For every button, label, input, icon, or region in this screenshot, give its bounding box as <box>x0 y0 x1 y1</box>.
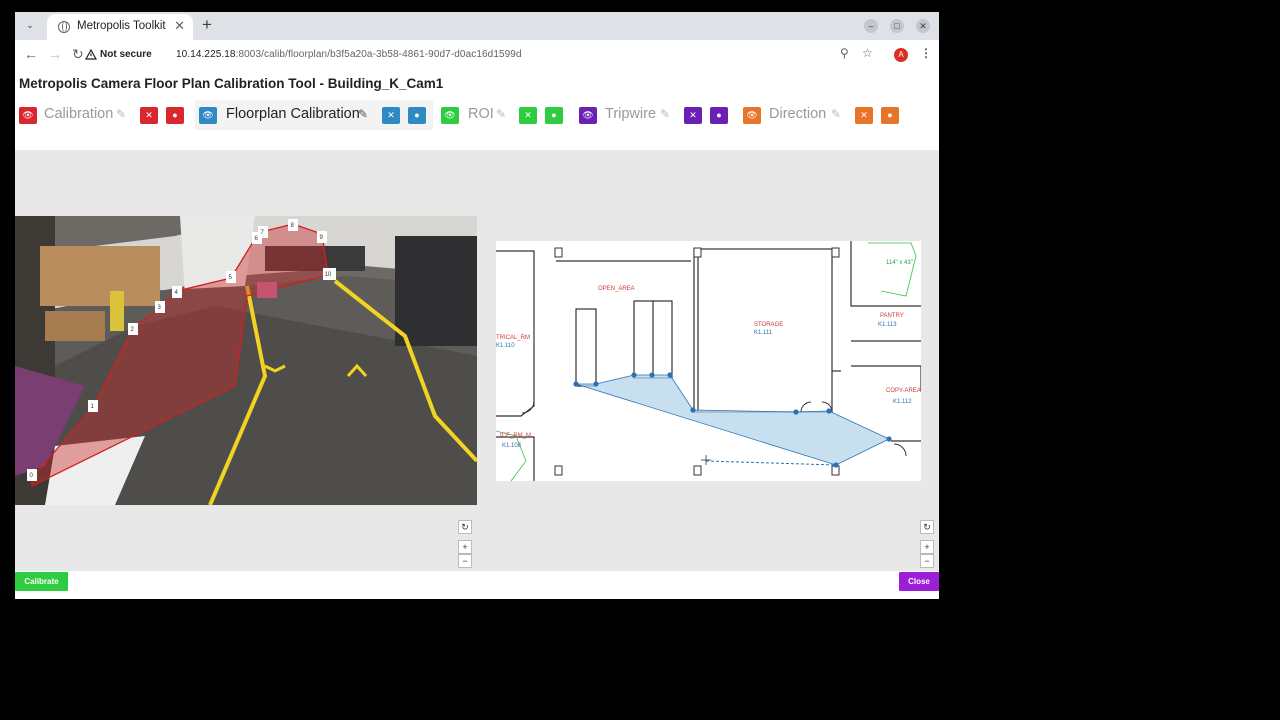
reload-icon[interactable]: ↻ <box>72 46 84 63</box>
tripwire-marker-pin-icon[interactable]: ● <box>710 107 728 124</box>
security-label: Not secure <box>100 49 152 60</box>
room-id: K1.111 <box>754 330 773 336</box>
profile-avatar[interactable]: A <box>894 48 908 62</box>
maximize-icon[interactable]: □ <box>890 19 904 33</box>
direction-tab-label[interactable]: Direction <box>769 106 826 122</box>
calibration-marker-pin-icon[interactable]: ● <box>166 107 184 124</box>
not-secure-warning-icon <box>85 49 97 60</box>
roi-edit-pencil-icon[interactable]: ✎ <box>496 107 506 121</box>
floorplan-marker-pin-icon[interactable]: ● <box>408 107 426 124</box>
calibration-edit-pencil-icon[interactable]: ✎ <box>116 107 126 121</box>
tab-search-chevron-icon[interactable]: ⌄ <box>23 18 37 32</box>
address-bar: ← → ↻ Not secure 10.14.225.18:8003/calib… <box>15 40 939 71</box>
page-content: Metropolis Camera Floor Plan Calibration… <box>15 70 939 599</box>
room-id: K1.112 <box>893 399 912 405</box>
roi-visibility-eye-icon[interactable]: 👁 <box>441 107 459 124</box>
calibration-visibility-eye-icon[interactable]: 👁 <box>19 107 37 124</box>
room-id: K1.110 <box>496 343 515 349</box>
url-text: 10.14.225.18:8003/calib/floorplan/b3f5a2… <box>176 49 522 60</box>
group-floorplan-calibration: 👁 Floorplan Calibration ✎ ✕ ● <box>195 100 433 130</box>
room-id: K1.113 <box>878 322 897 328</box>
floorplan-zoom-out-button[interactable]: − <box>920 554 934 568</box>
new-tab-plus-icon[interactable]: + <box>202 15 212 35</box>
tab-strip: ⌄ Metropolis Toolkit ✕ + – □ ✕ <box>15 12 939 40</box>
floorplan-reset-icon[interactable]: ↻ <box>920 520 934 534</box>
tripwire-edit-pencil-icon[interactable]: ✎ <box>660 107 670 121</box>
dimension-label: 114" x 43" <box>886 260 913 266</box>
direction-visibility-eye-icon[interactable]: 👁 <box>743 107 761 124</box>
zoom-magnifier-icon[interactable]: ⚲ <box>840 46 849 60</box>
mode-toolbar: 👁 Calibration ✎ ✕ ● 👁 Floorplan Calibrat… <box>15 100 939 132</box>
floorplan-tab-label[interactable]: Floorplan Calibration <box>226 106 360 122</box>
direction-edit-pencil-icon[interactable]: ✎ <box>831 107 841 121</box>
room-label: ICE_RM_M <box>500 433 531 439</box>
calibration-workspace: 0 1 2 3 4 5 6 7 8 9 10 OPEN_AREA STORAGE… <box>15 150 939 571</box>
calibration-tab-label[interactable]: Calibration <box>44 106 113 122</box>
omnibox[interactable]: Not secure 10.14.225.18:8003/calib/floor… <box>85 45 897 65</box>
direction-marker-pin-icon[interactable]: ● <box>881 107 899 124</box>
back-arrow-icon[interactable]: ← <box>24 46 38 62</box>
url-path: :8003/calib/floorplan/b3f5a20a-3b58-4861… <box>235 49 522 60</box>
footer-bar: Calibrate Close <box>15 571 939 599</box>
page-title: Metropolis Camera Floor Plan Calibration… <box>19 76 444 91</box>
floorplan-clear-x-icon[interactable]: ✕ <box>382 107 400 124</box>
room-label: STORAGE <box>754 322 783 328</box>
group-roi: 👁 ROI ✎ ✕ ● <box>437 100 567 130</box>
kebab-menu-icon[interactable]: ⋮ <box>920 46 932 60</box>
browser-window: ⌄ Metropolis Toolkit ✕ + – □ ✕ ← → ↻ Not… <box>15 12 939 599</box>
group-calibration: 👁 Calibration ✎ ✕ ● <box>15 100 193 130</box>
room-label: OPEN_AREA <box>598 286 635 292</box>
tripwire-clear-x-icon[interactable]: ✕ <box>684 107 702 124</box>
tab-title: Metropolis Toolkit <box>77 20 166 32</box>
bookmark-star-icon[interactable]: ☆ <box>862 46 873 60</box>
roi-clear-x-icon[interactable]: ✕ <box>519 107 537 124</box>
floorplan-visibility-eye-icon[interactable]: 👁 <box>199 107 217 124</box>
close-button[interactable]: Close <box>899 572 939 591</box>
roi-marker-pin-icon[interactable]: ● <box>545 107 563 124</box>
camera-zoom-out-button[interactable]: − <box>458 554 472 568</box>
room-label: COPY-AREA <box>886 388 921 394</box>
room-label: TRICAL_RM <box>496 335 530 341</box>
room-label: PANTRY <box>880 313 904 319</box>
calibration-clear-x-icon[interactable]: ✕ <box>140 107 158 124</box>
forward-arrow-icon[interactable]: → <box>48 46 62 62</box>
camera-reset-icon[interactable]: ↻ <box>458 520 472 534</box>
floorplan-zoom-in-button[interactable]: + <box>920 540 934 554</box>
svg-text:10: 10 <box>325 272 332 278</box>
group-tripwire: 👁 Tripwire ✎ ✕ ● <box>575 100 735 130</box>
browser-tab[interactable]: Metropolis Toolkit ✕ <box>47 14 193 40</box>
camera-view[interactable]: 0 1 2 3 4 5 6 7 8 9 10 <box>15 216 477 505</box>
direction-clear-x-icon[interactable]: ✕ <box>855 107 873 124</box>
floorplan-edit-pencil-icon[interactable]: ✎ <box>358 107 368 121</box>
window-close-icon[interactable]: ✕ <box>916 19 930 33</box>
globe-icon <box>58 21 70 33</box>
camera-zoom-in-button[interactable]: + <box>458 540 472 554</box>
tripwire-tab-label[interactable]: Tripwire <box>605 106 656 122</box>
calibrate-button[interactable]: Calibrate <box>15 572 68 591</box>
floorplan-view[interactable]: OPEN_AREA STORAGE K1.111 PANTRY K1.113 C… <box>496 241 921 481</box>
roi-tab-label[interactable]: ROI <box>468 106 494 122</box>
room-id: K1.108 <box>502 443 522 449</box>
tripwire-visibility-eye-icon[interactable]: 👁 <box>579 107 597 124</box>
url-host: 10.14.225.18 <box>176 49 236 60</box>
group-direction: 👁 Direction ✎ ✕ ● <box>739 100 929 130</box>
minimize-icon[interactable]: – <box>864 19 878 33</box>
tab-close-icon[interactable]: ✕ <box>174 18 185 34</box>
